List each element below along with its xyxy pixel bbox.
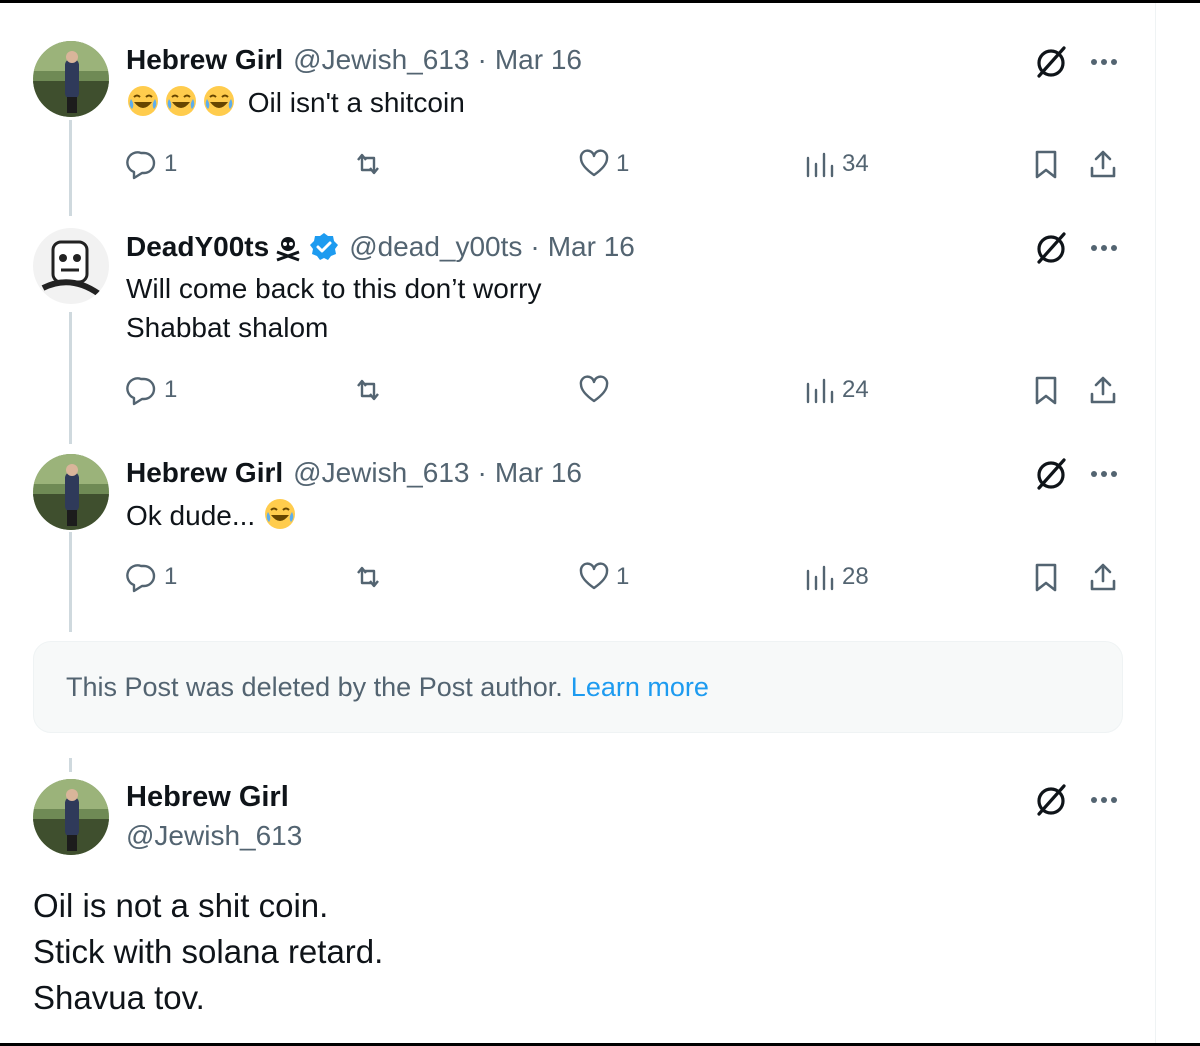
bookmark-icon <box>1035 376 1057 405</box>
bookmark-button[interactable] <box>1030 561 1062 593</box>
post-header: DeadY00ts @dead_y00ts · Mar 16 <box>126 231 635 263</box>
reply-icon <box>126 377 156 406</box>
heart-icon <box>579 562 609 590</box>
thread-line <box>69 532 72 632</box>
post-text-content: Oil isn't a shitcoin <box>247 87 465 118</box>
deleted-notice-text: This Post was deleted by the Post author… <box>66 671 563 702</box>
top-border <box>0 0 1200 3</box>
author-name[interactable]: Hebrew Girl <box>126 44 283 76</box>
laughing-emoji-icon <box>263 499 301 531</box>
main-post-text-line: Shavua tov. <box>33 979 205 1016</box>
post-text-line: Will come back to this don’t worry <box>126 273 542 304</box>
reply-button[interactable]: 1 <box>126 374 177 406</box>
laughing-emoji-icon <box>202 86 240 118</box>
retweet-icon <box>357 566 379 588</box>
avatar[interactable] <box>33 228 109 304</box>
share-button[interactable] <box>1087 148 1119 180</box>
deleted-post-notice: This Post was deleted by the Post author… <box>33 641 1123 733</box>
reply-count: 1 <box>164 150 178 177</box>
reply-button[interactable]: 1 <box>126 561 177 593</box>
views-button[interactable]: 28 <box>804 561 869 593</box>
bookmark-button[interactable] <box>1030 374 1062 406</box>
retweet-button[interactable] <box>352 561 390 593</box>
grok-icon[interactable] <box>1032 228 1072 268</box>
share-button[interactable] <box>1087 561 1119 593</box>
retweet-icon <box>357 153 379 175</box>
views-button[interactable]: 34 <box>804 148 869 180</box>
more-options-icon[interactable] <box>1084 780 1124 820</box>
reply-icon <box>126 151 156 180</box>
grok-icon[interactable] <box>1032 42 1072 82</box>
post-date[interactable]: Mar 16 <box>495 457 582 489</box>
main-post-text-line: Stick with solana retard. <box>33 933 384 970</box>
views-button[interactable]: 24 <box>804 374 869 406</box>
laughing-emoji-icon <box>126 86 164 118</box>
post-header: Hebrew Girl @Jewish_613 · Mar 16 <box>126 44 582 76</box>
avatar[interactable] <box>33 41 109 117</box>
like-count: 1 <box>616 150 630 177</box>
more-options-icon[interactable] <box>1084 228 1124 268</box>
like-button[interactable] <box>578 374 616 406</box>
post-text-line: Shabbat shalom <box>126 312 329 343</box>
separator: · <box>477 457 487 488</box>
main-post-text-line: Oil is not a shit coin. <box>33 887 329 924</box>
share-icon <box>1090 376 1116 404</box>
views-count: 28 <box>842 563 869 590</box>
views-count: 34 <box>842 150 869 177</box>
more-options-icon[interactable] <box>1084 42 1124 82</box>
heart-icon <box>579 149 609 177</box>
retweet-button[interactable] <box>352 374 390 406</box>
like-button[interactable]: 1 <box>578 561 629 593</box>
analytics-icon <box>806 152 834 178</box>
avatar[interactable] <box>33 454 109 530</box>
laughing-emoji-icon <box>164 86 202 118</box>
author-handle[interactable]: @Jewish_613 <box>126 820 302 852</box>
analytics-icon <box>806 378 834 404</box>
reply-count: 1 <box>164 563 178 590</box>
author-handle[interactable]: @Jewish_613 <box>293 44 469 76</box>
grok-icon[interactable] <box>1032 454 1072 494</box>
thread-line <box>69 120 72 216</box>
thread-line <box>69 758 72 772</box>
retweet-icon <box>357 379 379 401</box>
bookmark-icon <box>1035 563 1057 592</box>
grok-icon[interactable] <box>1032 780 1072 820</box>
post-text-content: Ok dude... <box>126 500 256 531</box>
learn-more-link[interactable]: Learn more <box>571 672 709 703</box>
post-date[interactable]: Mar 16 <box>495 44 582 76</box>
post-text: Ok dude... <box>126 497 301 535</box>
bookmark-icon <box>1035 150 1057 179</box>
post-header: Hebrew Girl @Jewish_613 · Mar 16 <box>126 457 582 489</box>
skull-crossbones-icon <box>276 237 300 262</box>
post-text: Oil isn't a shitcoin <box>126 84 465 122</box>
like-button[interactable]: 1 <box>578 148 629 180</box>
reply-count: 1 <box>164 376 178 403</box>
author-handle[interactable]: @Jewish_613 <box>293 457 469 489</box>
more-options-icon[interactable] <box>1084 454 1124 494</box>
retweet-button[interactable] <box>352 148 390 180</box>
share-icon <box>1090 563 1116 591</box>
author-name[interactable]: Hebrew Girl <box>126 781 289 814</box>
share-button[interactable] <box>1087 374 1119 406</box>
analytics-icon <box>806 565 834 591</box>
like-count: 1 <box>616 563 630 590</box>
separator: · <box>477 44 487 75</box>
author-handle[interactable]: @dead_y00ts <box>349 231 522 263</box>
separator: · <box>530 231 540 262</box>
heart-icon <box>579 375 609 403</box>
share-icon <box>1090 150 1116 178</box>
verified-badge-icon[interactable] <box>309 232 339 262</box>
reply-button[interactable]: 1 <box>126 148 177 180</box>
post-date[interactable]: Mar 16 <box>548 231 635 263</box>
author-name[interactable]: Hebrew Girl <box>126 457 283 489</box>
thread-line <box>69 312 72 444</box>
avatar[interactable] <box>33 779 109 855</box>
views-count: 24 <box>842 376 869 403</box>
author-name[interactable]: DeadY00ts <box>126 231 269 263</box>
bookmark-button[interactable] <box>1030 148 1062 180</box>
column-divider <box>1155 3 1156 1043</box>
reply-icon <box>126 564 156 593</box>
